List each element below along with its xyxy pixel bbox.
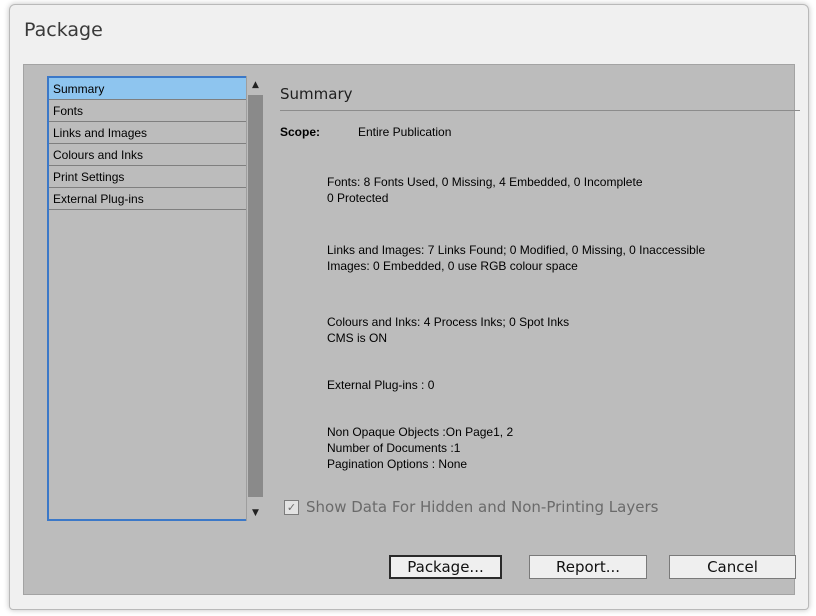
summary-heading: Summary [280,85,353,103]
show-hidden-layers-label[interactable]: Show Data For Hidden and Non-Printing La… [306,498,658,516]
fonts-summary-line-2: 0 Protected [327,191,389,205]
scope-value: Entire Publication [358,125,452,139]
colours-summary-line-1: Colours and Inks: 4 Process Inks; 0 Spot… [327,315,570,329]
plugins-summary-line: External Plug-ins : 0 [327,378,435,392]
category-list[interactable]: Summary Fonts Links and Images Colours a… [47,76,250,521]
package-button[interactable]: Package... [389,555,502,579]
report-button[interactable]: Report... [529,555,647,579]
show-hidden-layers-checkbox[interactable]: ✓ Show Data For Hidden and Non-Printing … [284,498,658,516]
list-item-links-and-images[interactable]: Links and Images [49,122,248,144]
scroll-down-icon[interactable]: ▼ [247,504,264,521]
package-dialog: Package Summary Fonts Links and Images C… [9,4,809,610]
list-item-fonts[interactable]: Fonts [49,100,248,122]
dialog-title: Package [24,19,103,41]
non-opaque-objects-line: Non Opaque Objects :On Page1, 2 [327,425,514,439]
summary-divider [280,110,800,111]
number-of-documents-line: Number of Documents :1 [327,441,461,455]
list-item-external-plug-ins[interactable]: External Plug-ins [49,188,248,210]
list-item-print-settings[interactable]: Print Settings [49,166,248,188]
list-item-summary[interactable]: Summary [49,78,248,100]
links-summary-line-2: Images: 0 Embedded, 0 use RGB colour spa… [327,259,578,273]
colours-summary-line-2: CMS is ON [327,331,387,345]
scroll-thumb[interactable] [248,95,263,497]
cancel-button[interactable]: Cancel [669,555,796,579]
links-summary-line-1: Links and Images: 7 Links Found; 0 Modif… [327,243,706,257]
content-panel: Summary Fonts Links and Images Colours a… [23,64,800,595]
list-item-colours-and-inks[interactable]: Colours and Inks [49,144,248,166]
checkbox-check-icon[interactable]: ✓ [284,499,299,515]
list-scrollbar[interactable]: ▲ ▼ [246,76,264,521]
scroll-up-icon[interactable]: ▲ [247,76,264,93]
pagination-options-line: Pagination Options : None [327,457,468,471]
fonts-summary-line-1: Fonts: 8 Fonts Used, 0 Missing, 4 Embedd… [327,175,643,189]
scope-label: Scope: [280,125,321,139]
